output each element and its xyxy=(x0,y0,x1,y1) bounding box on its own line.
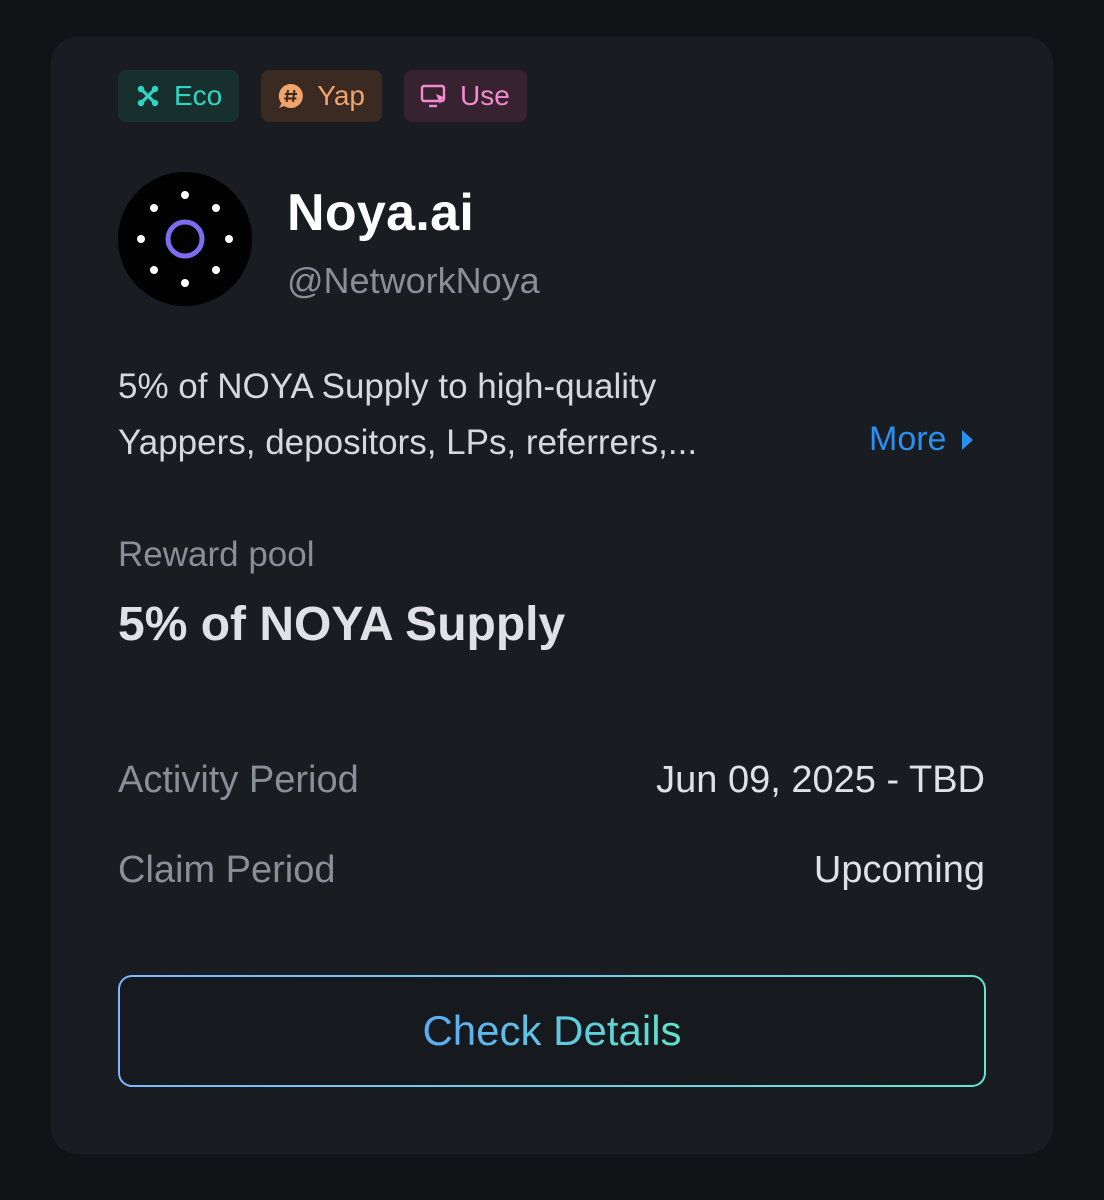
more-label: More xyxy=(869,420,947,458)
reward-pool-value: 5% of NOYA Supply xyxy=(118,598,566,651)
airdrop-card: Eco Yap Use Noya.ai @NetworkNoya 5% of N… xyxy=(51,37,1053,1154)
activity-period-row: Activity Period Jun 09, 2025 - TBD xyxy=(118,759,985,802)
project-handle[interactable]: @NetworkNoya xyxy=(287,260,540,302)
description-line-2: Yappers, depositors, LPs, referrers,... xyxy=(118,423,698,462)
activity-period-label: Activity Period xyxy=(118,759,359,801)
project-description: 5% of NOYA Supply to high-quality Yapper… xyxy=(118,359,838,471)
noya-logo-icon xyxy=(118,172,252,306)
check-details-label: Check Details xyxy=(422,1007,682,1054)
tag-eco-label: Eco xyxy=(174,80,223,111)
monitor-cursor-icon xyxy=(420,82,448,110)
claim-period-label: Claim Period xyxy=(118,849,336,891)
tag-use-label: Use xyxy=(460,80,510,111)
tag-eco[interactable]: Eco xyxy=(118,70,240,122)
reward-pool-label: Reward pool xyxy=(118,535,315,574)
hashtag-icon xyxy=(277,82,305,110)
caret-right-icon xyxy=(962,429,974,450)
tag-yap-label: Yap xyxy=(317,80,365,111)
tag-list: Eco Yap Use xyxy=(118,70,527,122)
check-details-button[interactable]: Check Details xyxy=(118,975,986,1087)
check-details-button-inner: Check Details xyxy=(120,977,984,1085)
tag-yap[interactable]: Yap xyxy=(261,70,382,122)
activity-period-value: Jun 09, 2025 - TBD xyxy=(656,759,985,801)
project-name[interactable]: Noya.ai xyxy=(287,183,474,243)
claim-period-row: Claim Period Upcoming xyxy=(118,849,985,892)
more-button[interactable]: More xyxy=(869,420,974,459)
claim-period-value: Upcoming xyxy=(813,849,985,891)
tag-use[interactable]: Use xyxy=(404,70,527,122)
description-line-1: 5% of NOYA Supply to high-quality xyxy=(118,367,657,406)
cross-icon xyxy=(134,82,162,110)
project-avatar[interactable] xyxy=(118,172,252,306)
